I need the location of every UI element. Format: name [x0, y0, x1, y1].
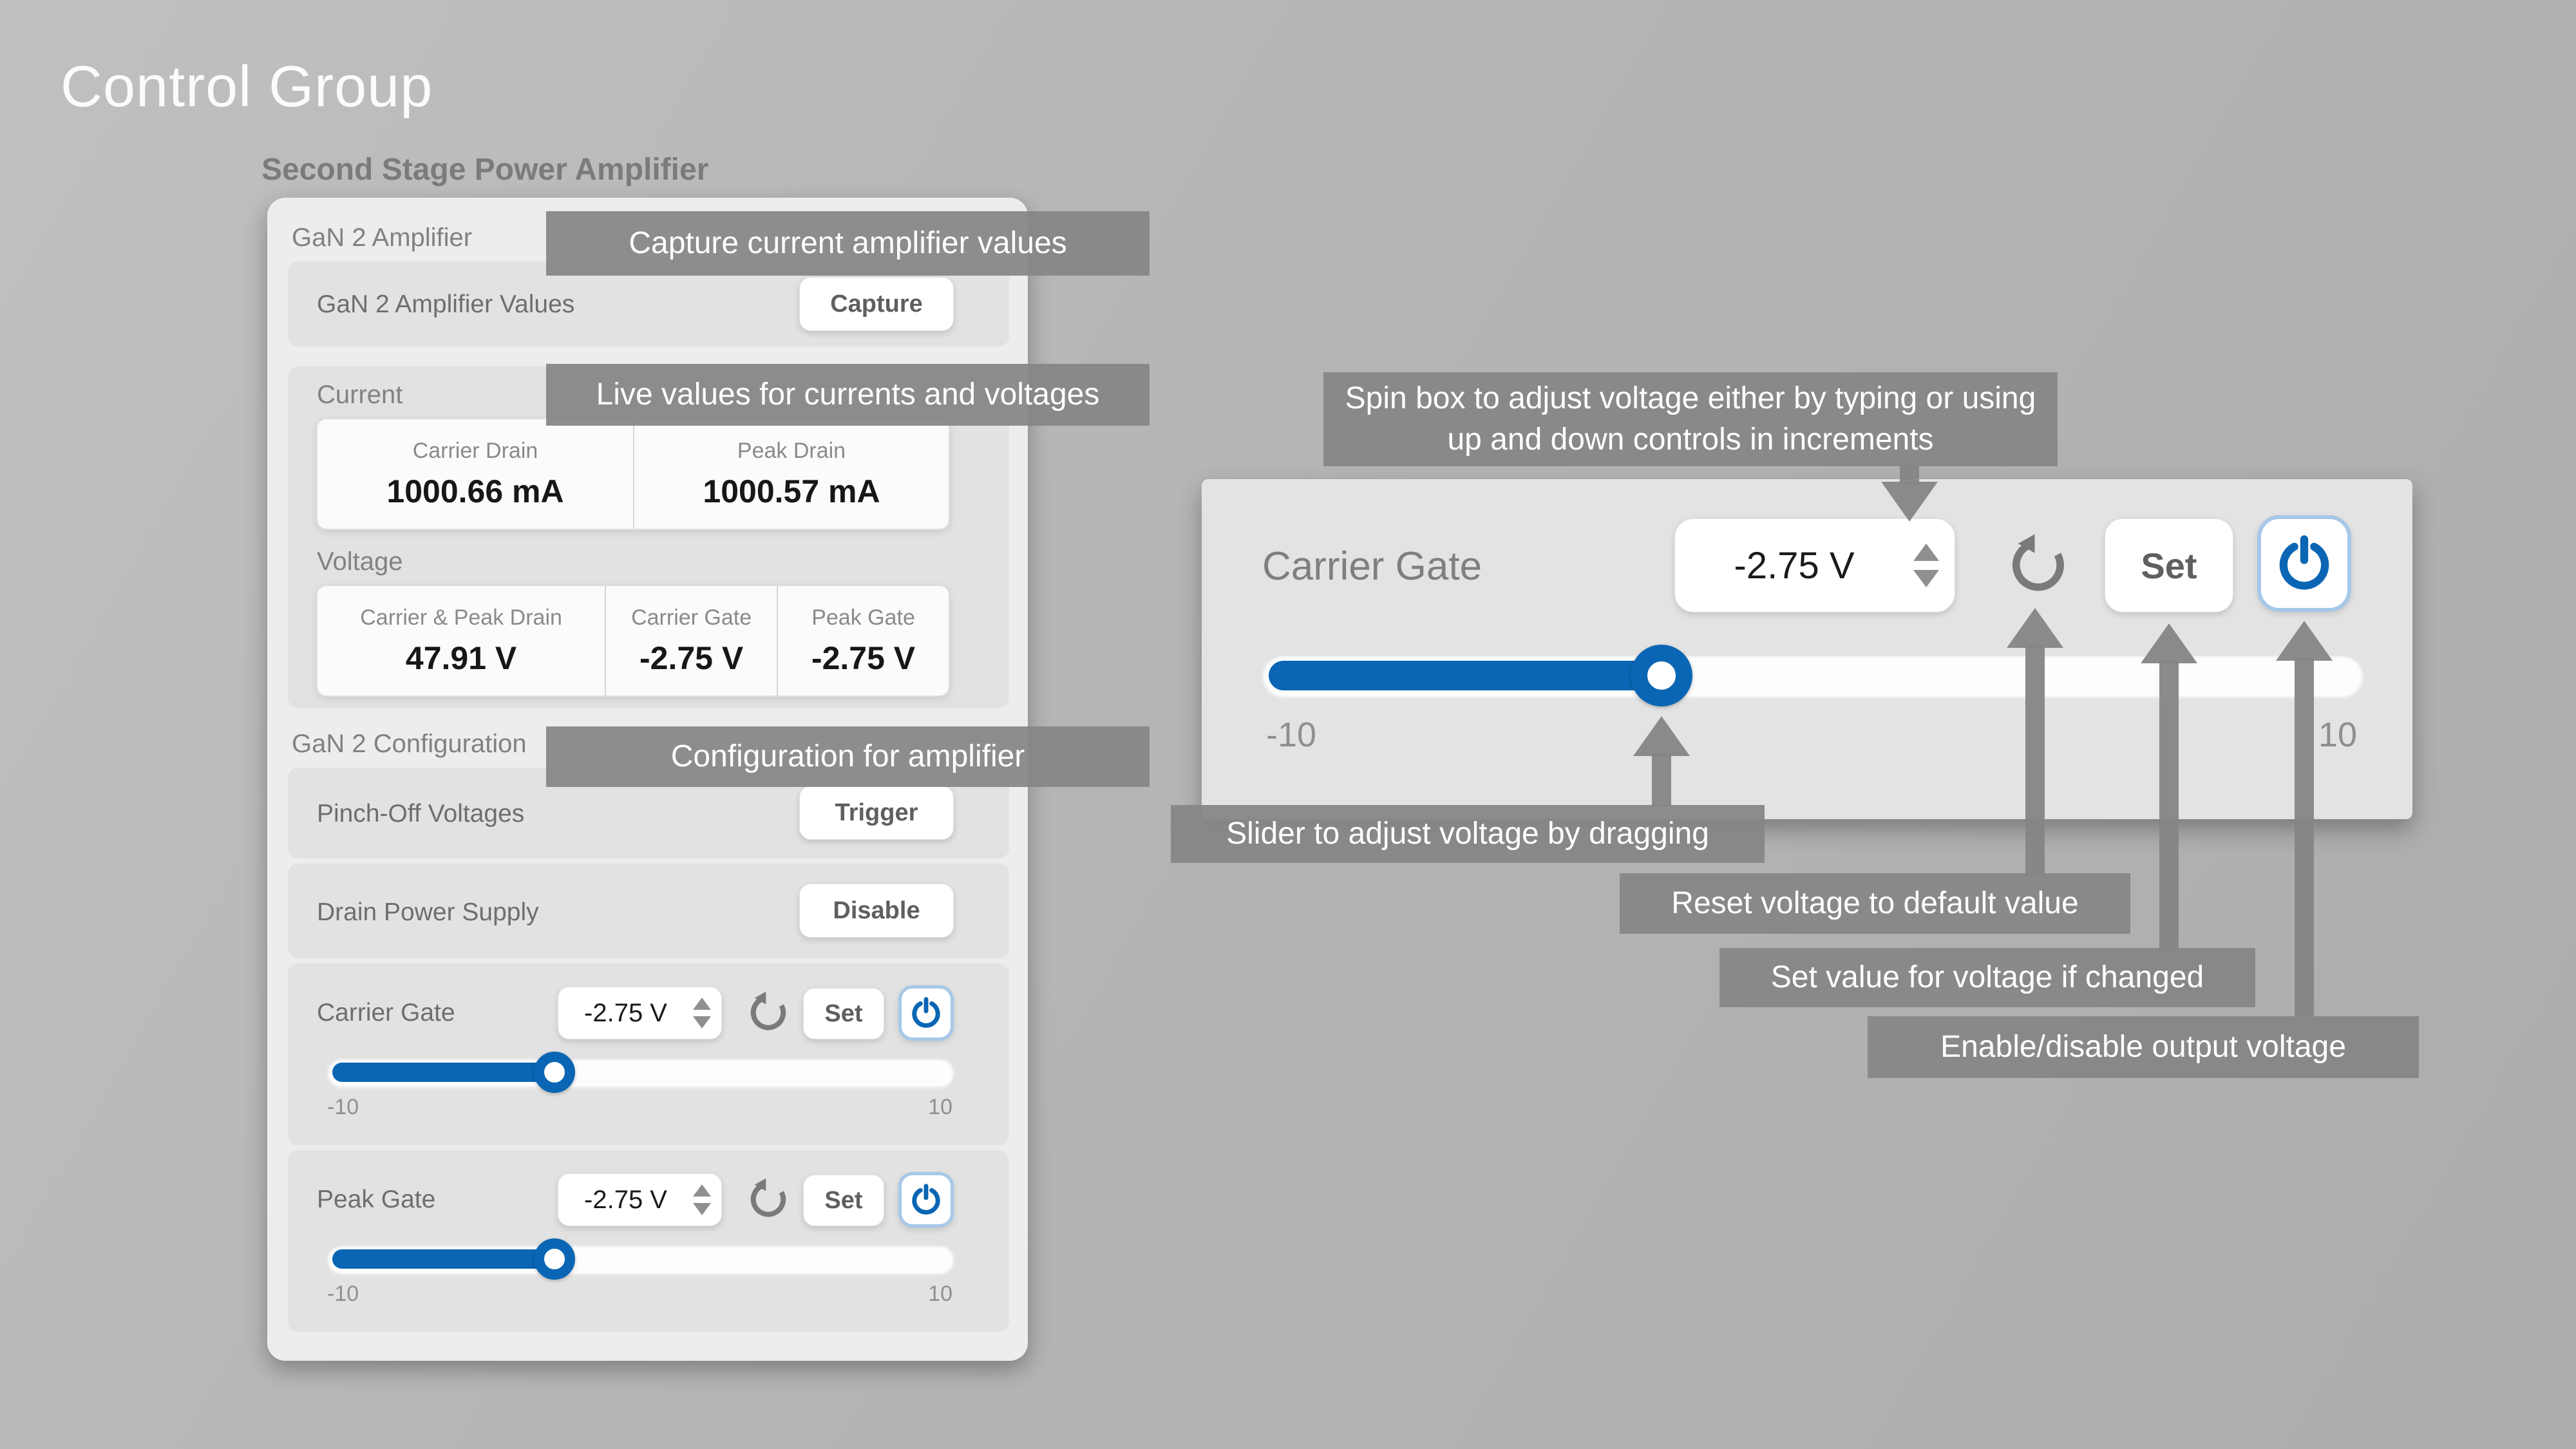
spinbox-value: -2.75 V	[558, 999, 693, 1028]
cell-value: -2.75 V	[811, 639, 915, 677]
values-row-label: GaN 2 Amplifier Values	[317, 290, 574, 319]
slider-max-label: 10	[928, 1095, 952, 1120]
current-cell: Carrier Drain 1000.66 mA	[317, 419, 633, 529]
set-button[interactable]: Set	[2105, 518, 2233, 612]
arrow-to-set-head	[2141, 623, 2197, 663]
cell-label: Peak Drain	[737, 439, 846, 464]
reset-button[interactable]	[742, 1171, 792, 1227]
voltage-slider[interactable]	[327, 1057, 954, 1087]
voltage-value-box: Carrier & Peak Drain 47.91 V Carrier Gat…	[316, 585, 950, 697]
carrier-gate-section: Carrier Gate -2.75 V Set	[288, 963, 1009, 1145]
power-toggle[interactable]	[898, 985, 954, 1041]
arrow-to-slider-head	[1633, 716, 1690, 756]
power-toggle[interactable]	[2257, 515, 2351, 612]
page-title: Control Group	[61, 54, 433, 120]
reset-icon	[2004, 533, 2069, 597]
cell-value: 1000.66 mA	[386, 473, 564, 510]
power-toggle[interactable]	[898, 1172, 954, 1227]
card-header: GaN 2 Amplifier	[292, 223, 472, 252]
annotation-spin-box: Spin box to adjust voltage either by typ…	[1323, 372, 2058, 466]
annotation-configuration: Configuration for amplifier	[546, 726, 1150, 787]
annotation-reset: Reset voltage to default value	[1620, 873, 2130, 934]
carrier-gate-spinbox[interactable]: -2.75 V	[558, 987, 722, 1039]
spin-down-icon[interactable]	[693, 1203, 711, 1215]
drain-supply-section: Drain Power Supply Disable	[288, 864, 1009, 958]
annotation-enable: Enable/disable output voltage	[1868, 1016, 2419, 1078]
reset-icon	[745, 1177, 789, 1221]
voltage-label: Voltage	[317, 547, 402, 576]
arrow-to-reset-head	[2007, 608, 2063, 648]
slider-thumb[interactable]	[1631, 645, 1692, 706]
slider-fill	[332, 1063, 554, 1082]
spinbox-steppers	[693, 998, 721, 1028]
annotation-set: Set value for voltage if changed	[1719, 948, 2255, 1007]
annotation-capture: Capture current amplifier values	[546, 211, 1150, 276]
cell-label: Peak Gate	[811, 605, 915, 630]
pinch-off-label: Pinch-Off Voltages	[317, 800, 524, 828]
peak-gate-label: Peak Gate	[317, 1186, 435, 1214]
arrow-to-spinbox-head	[1881, 482, 1938, 522]
config-header: GaN 2 Configuration	[292, 730, 527, 759]
cell-label: Carrier & Peak Drain	[360, 605, 562, 630]
trigger-button[interactable]: Trigger	[799, 786, 954, 840]
carrier-gate-detail-panel: Carrier Gate -2.75 V Set -10 10	[1202, 479, 2412, 819]
current-value-box: Carrier Drain 1000.66 mA Peak Drain 1000…	[316, 418, 950, 530]
arrow-to-reset	[2025, 645, 2045, 875]
cell-label: Carrier Drain	[413, 439, 538, 464]
power-icon	[909, 996, 943, 1030]
cell-value: 1000.57 mA	[703, 473, 880, 510]
slider-thumb[interactable]	[534, 1238, 575, 1280]
current-label: Current	[317, 381, 402, 410]
slider-min-label: -10	[327, 1095, 359, 1120]
arrow-to-power	[2295, 658, 2314, 1018]
annotation-live-values: Live values for currents and voltages	[546, 364, 1150, 426]
spinbox-value: -2.75 V	[1675, 544, 1913, 587]
slider-fill	[1269, 661, 1662, 690]
spin-down-icon[interactable]	[1913, 570, 1939, 587]
slider-min-label: -10	[1266, 715, 1316, 755]
annotation-slider: Slider to adjust voltage by dragging	[1171, 805, 1765, 863]
spin-up-icon[interactable]	[693, 998, 711, 1010]
carrier-gate-label: Carrier Gate	[317, 999, 455, 1027]
cell-value: 47.91 V	[406, 639, 516, 677]
disable-button[interactable]: Disable	[799, 884, 954, 938]
slider-min-label: -10	[327, 1282, 359, 1307]
spinbox-value: -2.75 V	[558, 1186, 693, 1215]
voltage-cell: Carrier & Peak Drain 47.91 V	[317, 586, 605, 696]
arrow-to-set	[2159, 661, 2179, 949]
slider-max-label: 10	[2318, 715, 2357, 755]
power-icon	[2275, 534, 2334, 593]
current-cell: Peak Drain 1000.57 mA	[633, 419, 949, 529]
arrow-to-power-head	[2276, 621, 2333, 661]
cell-value: -2.75 V	[639, 639, 743, 677]
detail-gate-label: Carrier Gate	[1262, 544, 1482, 589]
slider-max-label: 10	[928, 1282, 952, 1307]
set-button[interactable]: Set	[803, 1175, 884, 1226]
cell-label: Carrier Gate	[631, 605, 752, 630]
drain-supply-label: Drain Power Supply	[317, 898, 539, 927]
peak-gate-section: Peak Gate -2.75 V Set	[288, 1150, 1009, 1332]
spin-down-icon[interactable]	[693, 1016, 711, 1028]
spin-up-icon[interactable]	[1913, 544, 1939, 561]
peak-gate-spinbox[interactable]: -2.75 V	[558, 1173, 722, 1226]
voltage-slider[interactable]	[1262, 654, 2363, 697]
power-icon	[909, 1183, 943, 1217]
voltage-cell: Carrier Gate -2.75 V	[605, 586, 777, 696]
detail-spinbox[interactable]: -2.75 V	[1674, 518, 1955, 612]
capture-button[interactable]: Capture	[799, 277, 954, 331]
voltage-cell: Peak Gate -2.75 V	[777, 586, 949, 696]
reset-icon	[745, 990, 789, 1034]
reset-button[interactable]	[2000, 524, 2072, 605]
set-button[interactable]: Set	[803, 988, 884, 1039]
spin-up-icon[interactable]	[693, 1184, 711, 1197]
slider-fill	[332, 1249, 554, 1269]
reset-button[interactable]	[742, 984, 792, 1041]
voltage-slider[interactable]	[327, 1244, 954, 1274]
spinbox-steppers	[1913, 544, 1955, 587]
group-subtitle: Second Stage Power Amplifier	[261, 152, 708, 187]
arrow-to-slider	[1652, 753, 1671, 806]
slider-thumb[interactable]	[534, 1052, 575, 1093]
spinbox-steppers	[693, 1184, 721, 1215]
